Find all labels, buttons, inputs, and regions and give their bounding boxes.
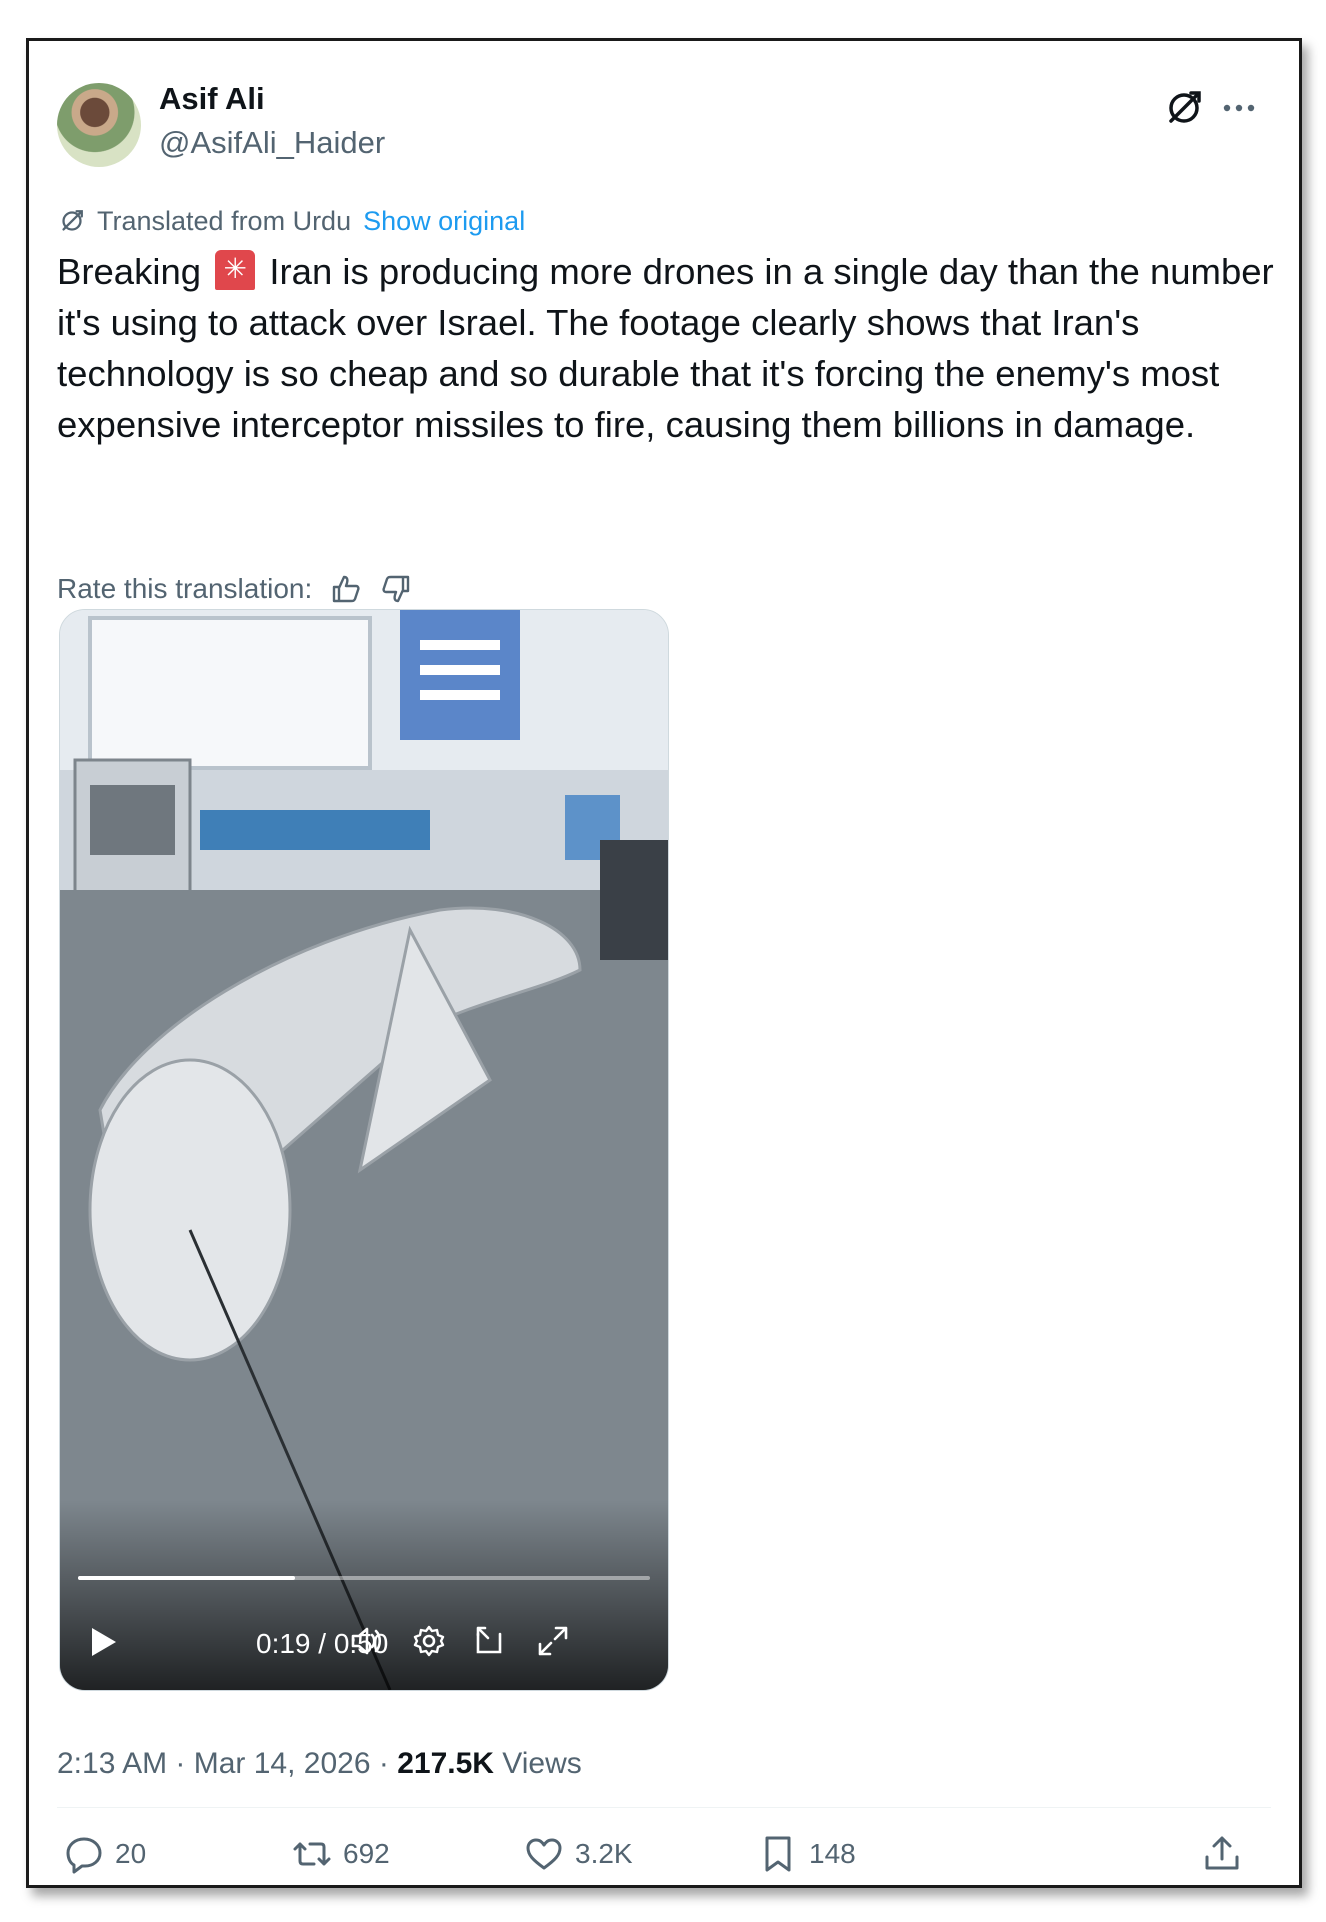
show-original-link[interactable]: Show original [363, 206, 525, 237]
repost-count: 692 [343, 1838, 390, 1869]
thumbs-down-icon[interactable] [380, 573, 412, 605]
reply-icon [66, 1837, 102, 1874]
tweet-text: Breaking Iran is producing more drones i… [57, 246, 1277, 450]
avatar[interactable] [57, 83, 141, 167]
video-progress-fill [78, 1576, 296, 1580]
rate-translation-label: Rate this translation: [57, 573, 313, 604]
play-icon[interactable] [82, 1622, 122, 1662]
fullscreen-icon[interactable] [534, 1622, 572, 1660]
volume-icon[interactable] [348, 1622, 386, 1660]
translate-small-icon [62, 210, 83, 231]
post-date[interactable]: Mar 14, 2026 [194, 1747, 371, 1780]
tweet-meta: 2:13 AM · Mar 14, 2026 · 217.5K Views [57, 1747, 582, 1780]
translated-from-label: Translated from Urdu [97, 205, 352, 236]
author-handle[interactable]: @AsifAli_Haider [159, 125, 385, 161]
translate-icon[interactable] [1161, 85, 1207, 131]
video-progress-bar[interactable] [78, 1576, 650, 1580]
share-button[interactable] [1201, 1833, 1243, 1875]
bookmark-button[interactable]: 148 [757, 1833, 856, 1875]
views-label: Views [502, 1747, 582, 1780]
video-controls-shade [60, 1500, 668, 1690]
share-icon [1205, 1836, 1239, 1870]
tweet-text-start: Breaking [57, 251, 202, 292]
translation-row: Translated from Urdu Show original [57, 203, 525, 239]
divider [57, 1807, 1271, 1808]
bookmark-count: 148 [809, 1838, 856, 1869]
author-name[interactable]: Asif Ali [159, 81, 265, 117]
views-count: 217.5K [397, 1747, 494, 1780]
repost-icon [293, 1842, 331, 1866]
rate-translation-row: Rate this translation: [57, 573, 412, 605]
heart-icon [526, 1838, 562, 1870]
post-time[interactable]: 2:13 AM [57, 1747, 167, 1780]
like-count: 3.2K [575, 1838, 633, 1869]
more-options-icon[interactable] [1217, 93, 1261, 123]
reply-button[interactable]: 20 [63, 1833, 146, 1875]
picture-in-picture-icon[interactable] [470, 1622, 508, 1660]
siren-emoji-icon [215, 250, 256, 290]
reply-count: 20 [115, 1838, 147, 1869]
thumbs-up-icon[interactable] [330, 573, 362, 605]
settings-gear-icon[interactable] [410, 1622, 448, 1660]
repost-button[interactable]: 692 [291, 1833, 390, 1875]
bookmark-icon [765, 1836, 791, 1872]
like-button[interactable]: 3.2K [523, 1833, 633, 1875]
video-player[interactable]: 0:19 / 0:50 [59, 609, 669, 1691]
tweet-card: Asif Ali @AsifAli_Haider Translated from… [26, 38, 1302, 1888]
